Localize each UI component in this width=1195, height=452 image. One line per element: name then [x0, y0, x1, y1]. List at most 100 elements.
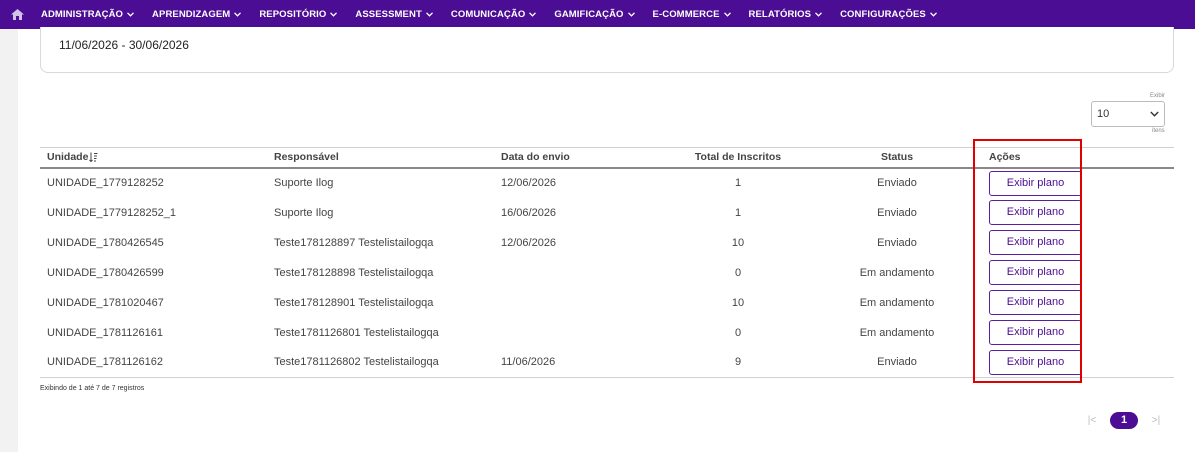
nav-item-repositorio[interactable]: REPOSITÓRIO — [259, 9, 338, 20]
page-size-label: Exibir — [1150, 93, 1166, 99]
table-row: UNIDADE_1780426599 Teste178128898 Testel… — [40, 258, 1174, 288]
cell-actions: Exibir plano — [982, 198, 1174, 228]
nav-label: REPOSITÓRIO — [259, 9, 327, 20]
nav-label: COMUNICAÇÃO — [450, 9, 526, 20]
first-page-button[interactable]: |< — [1082, 415, 1102, 426]
cell-actions: Exibir plano — [982, 318, 1174, 348]
cell-responsible: Teste1781126802 Testelistailogqa — [267, 347, 494, 378]
view-plan-button[interactable]: Exibir plano — [989, 230, 1082, 255]
column-header-unit[interactable]: Unidade — [40, 147, 267, 169]
view-plan-button[interactable]: Exibir plano — [989, 349, 1082, 375]
chevron-down-icon — [425, 12, 433, 17]
cell-unit: UNIDADE_1781126161 — [47, 326, 163, 339]
chevron-down-icon — [529, 12, 537, 17]
cell-sent-date: 16/06/2026 — [501, 206, 557, 219]
nav-item-comunicacao[interactable]: COMUNICAÇÃO — [450, 9, 537, 20]
cell-unit: UNIDADE_1779128252_1 — [47, 206, 177, 219]
cell-responsible: Suporte Ilog — [274, 177, 334, 189]
cell-responsible: Teste178128897 Testelistailogqa — [274, 236, 434, 249]
cell-actions: Exibir plano — [982, 288, 1174, 318]
cell-sent-date — [494, 258, 664, 288]
nav-item-e-commerce[interactable]: E-COMMERCE — [653, 9, 731, 20]
nav-item-relatorios[interactable]: RELATÓRIOS — [749, 9, 823, 20]
table-row: UNIDADE_1780426545 Teste178128897 Testel… — [40, 228, 1174, 258]
table-row: UNIDADE_1781020467 Teste178128901 Testel… — [40, 288, 1174, 318]
column-header-label: Unidade — [47, 151, 89, 164]
column-header-status[interactable]: Status — [812, 147, 982, 169]
chevron-down-icon — [330, 12, 338, 17]
page-size-value: 10 — [1097, 108, 1110, 120]
cell-status: Em andamento — [859, 326, 935, 339]
cell-status: Enviado — [877, 177, 917, 189]
cell-total: 0 — [734, 266, 742, 279]
cell-total: 9 — [664, 347, 812, 378]
chevron-down-icon — [127, 12, 135, 17]
cell-sent-date: 11/06/2026 — [494, 347, 664, 378]
nav-label: RELATÓRIOS — [748, 9, 812, 20]
cell-total: 10 — [731, 236, 745, 249]
units-table: Unidade Responsável Data do envio Total … — [40, 147, 1174, 378]
nav-item-administracao[interactable]: ADMINISTRAÇÃO — [41, 9, 135, 20]
view-plan-button[interactable]: Exibir plano — [989, 320, 1082, 345]
cell-responsible: Teste1781126801 Testelistailogqa — [274, 326, 439, 339]
column-header-actions: Ações — [982, 147, 1174, 169]
nav-item-configuracoes[interactable]: CONFIGURAÇÕES — [840, 9, 937, 20]
date-range: 11/06/2026 - 30/06/2026 — [59, 38, 189, 52]
view-plan-button[interactable]: Exibir plano — [989, 170, 1082, 196]
page-size-select[interactable]: 10 — [1091, 101, 1165, 127]
chevron-down-icon — [234, 12, 242, 17]
sort-icon[interactable] — [89, 152, 98, 163]
table-header-row: Unidade Responsável Data do envio Total … — [40, 147, 1174, 169]
cell-sent-date: 12/06/2026 — [501, 177, 557, 189]
home-icon[interactable] — [11, 9, 25, 20]
cell-unit: UNIDADE_1781020467 — [47, 296, 164, 309]
table-row: UNIDADE_1779128252_1 Suporte Ilog 16/06/… — [40, 198, 1174, 228]
chevron-down-icon — [627, 12, 635, 17]
nav-label: ASSESSMENT — [355, 9, 422, 20]
last-page-button[interactable]: >| — [1146, 415, 1166, 426]
cell-sent-date — [494, 288, 664, 318]
page-number-current[interactable]: 1 — [1110, 412, 1138, 429]
column-header-sent-date[interactable]: Data do envio — [494, 147, 664, 169]
view-plan-button[interactable]: Exibir plano — [989, 260, 1082, 285]
column-header-total[interactable]: Total de Inscritos — [664, 147, 812, 169]
cell-total: 1 — [734, 177, 742, 189]
cell-total: 1 — [734, 206, 742, 219]
nav-item-assessment[interactable]: ASSESSMENT — [355, 9, 433, 20]
nav-label: APRENDIZAGEM — [152, 9, 231, 20]
cell-actions: Exibir plano — [982, 347, 1174, 378]
date-filter-card: 11/06/2026 - 30/06/2026 — [40, 27, 1174, 73]
page-size-items-label: itens — [1152, 128, 1165, 134]
cell-responsible: Teste178128898 Testelistailogqa — [274, 266, 434, 279]
nav-item-aprendizagem[interactable]: APRENDIZAGEM — [152, 9, 242, 20]
cell-unit: UNIDADE_1780426545 — [47, 236, 164, 249]
cell-responsible: Suporte Ilog — [274, 206, 334, 219]
view-plan-button[interactable]: Exibir plano — [989, 200, 1082, 225]
nav-item-gamificacao[interactable]: GAMIFICAÇÃO — [554, 9, 635, 20]
cell-status: Enviado — [812, 347, 982, 378]
records-info: Exibindo de 1 até 7 de 7 registros — [40, 385, 145, 392]
cell-responsible: Teste178128901 Testelistailogqa — [274, 296, 434, 309]
pagination: |< 1 >| — [1082, 412, 1166, 429]
cell-actions: Exibir plano — [982, 168, 1174, 198]
chevron-down-icon — [929, 12, 937, 17]
chevron-down-icon — [723, 12, 731, 17]
cell-status: Em andamento — [859, 266, 935, 279]
cell-actions: Exibir plano — [982, 258, 1174, 288]
cell-total: 0 — [734, 326, 742, 339]
table-row: UNIDADE_1781126162 Teste1781126802 Teste… — [40, 347, 1174, 378]
main-content: 11/06/2026 - 30/06/2026 Exibir 10 itens … — [18, 27, 1195, 452]
cell-sent-date: 12/06/2026 — [501, 236, 557, 249]
cell-unit: UNIDADE_1781126162 — [40, 347, 267, 378]
nav-label: ADMINISTRAÇÃO — [41, 9, 124, 20]
cell-unit: UNIDADE_1780426599 — [47, 266, 164, 279]
table-row: UNIDADE_1779128252 Suporte Ilog 12/06/20… — [40, 168, 1174, 198]
cell-total: 10 — [731, 296, 745, 309]
nav-label: GAMIFICAÇÃO — [554, 9, 624, 20]
top-navigation: ADMINISTRAÇÃO APRENDIZAGEM REPOSITÓRIO A… — [0, 0, 1195, 29]
nav-label: E-COMMERCE — [652, 9, 720, 20]
cell-actions: Exibir plano — [982, 228, 1174, 258]
cell-sent-date — [494, 318, 664, 348]
view-plan-button[interactable]: Exibir plano — [989, 290, 1082, 315]
column-header-responsible[interactable]: Responsável — [267, 147, 494, 169]
